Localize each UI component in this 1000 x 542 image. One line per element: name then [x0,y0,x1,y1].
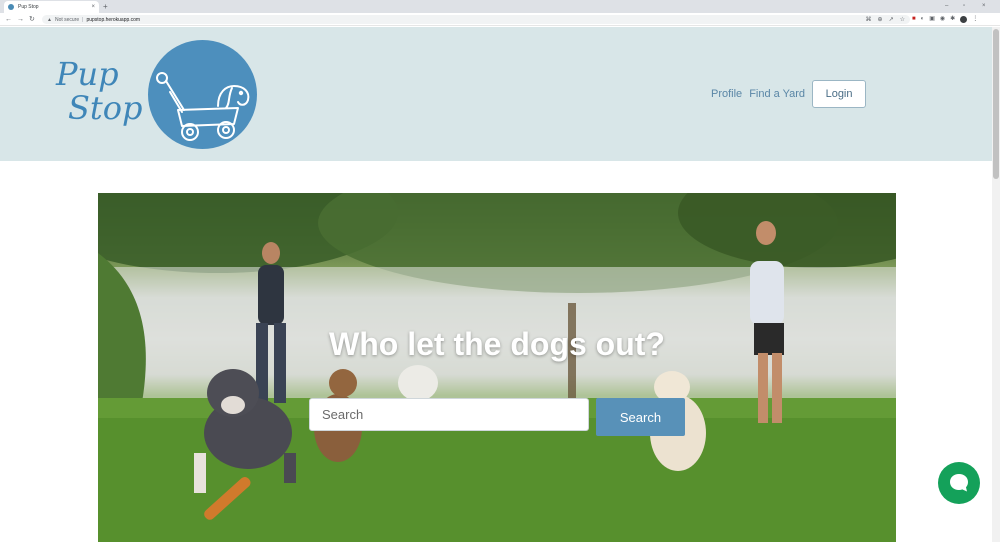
tab-close-icon[interactable]: × [91,4,95,10]
share-icon[interactable]: ↗ [889,16,894,23]
zoom-icon[interactable]: ⊕ [878,16,883,23]
browser-tab[interactable]: Pup Stop × [4,1,99,13]
forward-button[interactable]: → [17,14,24,25]
reload-button[interactable]: ↻ [29,14,35,25]
profile-avatar[interactable] [960,16,968,23]
hero-background-image [98,193,896,542]
search-input[interactable] [309,398,589,431]
favicon-icon [8,4,14,10]
nav-find-yard-link[interactable]: Find a Yard [749,88,805,100]
page-viewport: Pup Stop Profile Find a Yard Login Who l… [0,27,992,542]
url-text[interactable]: pupstop.herokuapp.com [86,17,140,23]
warning-icon: ▲ [47,16,52,23]
search-button[interactable]: Search [596,398,685,436]
site-header: Pup Stop Profile Find a Yard Login [0,27,992,161]
browser-toolbar: ← → ↻ ▲ Not secure | pupstop.herokuapp.c… [0,13,1000,26]
nav-profile-link[interactable]: Profile [711,88,742,100]
new-tab-button[interactable]: + [103,1,108,12]
chat-icon [950,474,968,492]
extension-icon[interactable]: ▣ [929,15,935,24]
close-window-button[interactable]: × [982,1,986,11]
maximize-button[interactable]: ▫ [963,1,965,11]
chat-widget-button[interactable] [938,462,980,504]
hero-title: Who let the dogs out? [329,326,665,362]
page-scrollbar[interactable] [992,27,1000,542]
back-button[interactable]: ← [5,14,12,25]
menu-icon[interactable]: ⋮ [972,15,978,24]
hero-banner: Who let the dogs out? Search [98,193,896,542]
extension-icon[interactable]: ■ [912,15,916,24]
address-bar[interactable]: ▲ Not secure | pupstop.herokuapp.com ⌘ ⊕… [42,15,910,24]
translate-icon[interactable]: ⌘ [866,16,872,23]
logo-line-1: Pup [56,55,119,93]
logo-line-2: Stop [68,89,143,127]
wagon-dog-logo-icon[interactable] [148,40,257,149]
logo-wordmark[interactable]: Pup Stop [56,57,143,125]
scrollbar-thumb[interactable] [993,29,999,179]
not-secure-label: Not secure [54,16,80,23]
extension-icon[interactable]: ◐ [921,15,925,24]
login-button[interactable]: Login [812,80,867,108]
logo-illustration [156,72,250,141]
puzzle-icon[interactable]: ✱ [950,15,955,24]
main-nav: Profile Find a Yard Login [711,80,867,108]
star-icon[interactable]: ☆ [900,16,905,23]
url-separator: | [82,16,84,23]
minimize-button[interactable]: – [945,1,948,11]
extension-icon[interactable]: ◉ [940,15,945,24]
tab-title: Pup Stop [18,4,39,10]
browser-tab-bar: Pup Stop × + – ▫ × [0,0,1000,13]
